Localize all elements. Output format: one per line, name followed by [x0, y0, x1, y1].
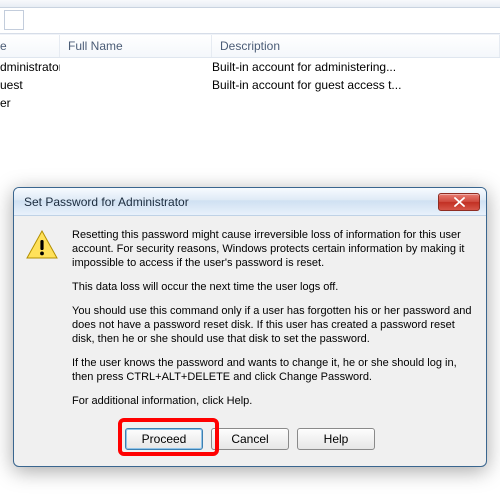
address-segment[interactable] [4, 10, 24, 30]
dialog-paragraph: This data loss will occur the next time … [72, 280, 472, 294]
window-chrome-strip [0, 0, 500, 8]
col-header-description[interactable]: Description [212, 35, 500, 57]
col-header-name[interactable]: e [0, 35, 60, 57]
cell-name: dministrator [0, 60, 60, 74]
cell-description: Built-in account for guest access t... [212, 78, 500, 92]
col-header-fullname[interactable]: Full Name [60, 35, 212, 57]
address-bar [0, 8, 500, 34]
main-window: e Full Name Description dministrator Bui… [0, 0, 500, 500]
cell-description: Built-in account for administering... [212, 60, 500, 74]
table-row[interactable]: dministrator Built-in account for admini… [0, 58, 500, 76]
warning-icon [26, 228, 60, 418]
cell-name: er [0, 96, 60, 110]
close-icon [454, 197, 465, 207]
dialog-paragraph: Resetting this password might cause irre… [72, 228, 472, 270]
help-button[interactable]: Help [297, 428, 375, 450]
table-row[interactable]: uest Built-in account for guest access t… [0, 76, 500, 94]
dialog-buttons: Proceed Cancel Help [14, 426, 486, 460]
dialog-paragraph: For additional information, click Help. [72, 394, 472, 408]
dialog-titlebar[interactable]: Set Password for Administrator [14, 188, 486, 216]
dialog-body: Resetting this password might cause irre… [14, 216, 486, 426]
table-row[interactable]: er [0, 94, 500, 112]
user-list: dministrator Built-in account for admini… [0, 58, 500, 112]
dialog-title: Set Password for Administrator [24, 195, 438, 209]
cancel-button[interactable]: Cancel [211, 428, 289, 450]
close-button[interactable] [438, 193, 480, 211]
cell-name: uest [0, 78, 60, 92]
dialog-text: Resetting this password might cause irre… [72, 228, 472, 418]
proceed-button[interactable]: Proceed [125, 428, 203, 450]
column-headers: e Full Name Description [0, 34, 500, 58]
dialog-paragraph: If the user knows the password and wants… [72, 356, 472, 384]
dialog-paragraph: You should use this command only if a us… [72, 304, 472, 346]
set-password-dialog: Set Password for Administrator Resetting… [13, 187, 487, 467]
